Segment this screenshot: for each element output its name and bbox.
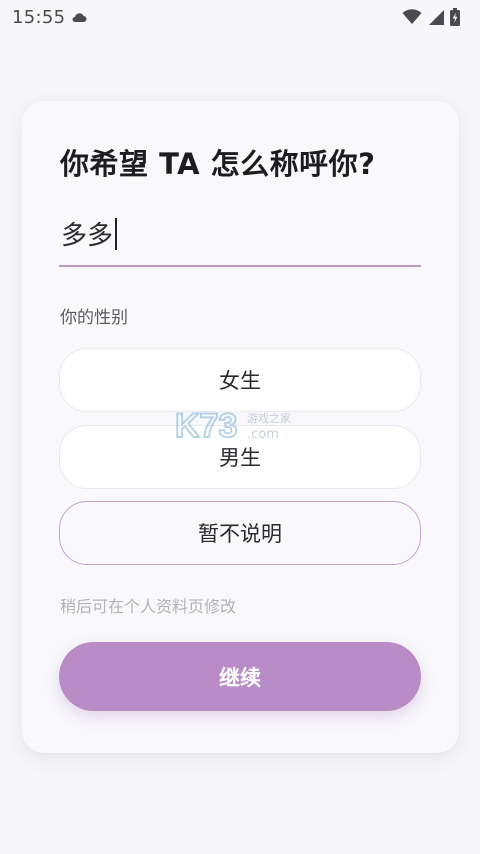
edit-later-hint: 稍后可在个人资料页修改 — [60, 597, 237, 616]
gender-option-label: 男生 — [219, 446, 261, 470]
watermark-sub-text: 游戏之家 — [247, 411, 291, 425]
nickname-value: 多多 — [61, 215, 118, 252]
text-caret — [115, 217, 118, 250]
k73-watermark-logo: K73 游戏之家 .com — [175, 405, 305, 445]
battery-charging-icon — [450, 8, 460, 26]
watermark-logo-text: K73 — [175, 407, 237, 445]
page-title: 你希望 TA 怎么称呼你? — [60, 147, 376, 181]
status-bar: 15:55 — [0, 0, 480, 34]
nickname-text: 多多 — [61, 221, 114, 251]
status-left: 15:55 — [12, 7, 87, 28]
gender-option-label: 女生 — [219, 369, 261, 393]
gender-option-undisclosed[interactable]: 暂不说明 — [59, 501, 421, 565]
gender-option-label: 暂不说明 — [198, 522, 282, 546]
gender-label: 你的性别 — [60, 308, 128, 328]
status-right — [402, 8, 460, 26]
status-time: 15:55 — [12, 6, 66, 28]
signal-icon — [428, 9, 444, 25]
continue-button[interactable]: 继续 — [59, 642, 421, 711]
continue-label: 继续 — [219, 665, 261, 690]
nickname-input[interactable]: 多多 — [59, 205, 421, 267]
wifi-icon — [402, 9, 422, 25]
watermark-domain-text: .com — [247, 427, 279, 442]
cloud-notification-icon — [71, 11, 87, 23]
gender-option-female[interactable]: 女生 — [59, 348, 421, 412]
